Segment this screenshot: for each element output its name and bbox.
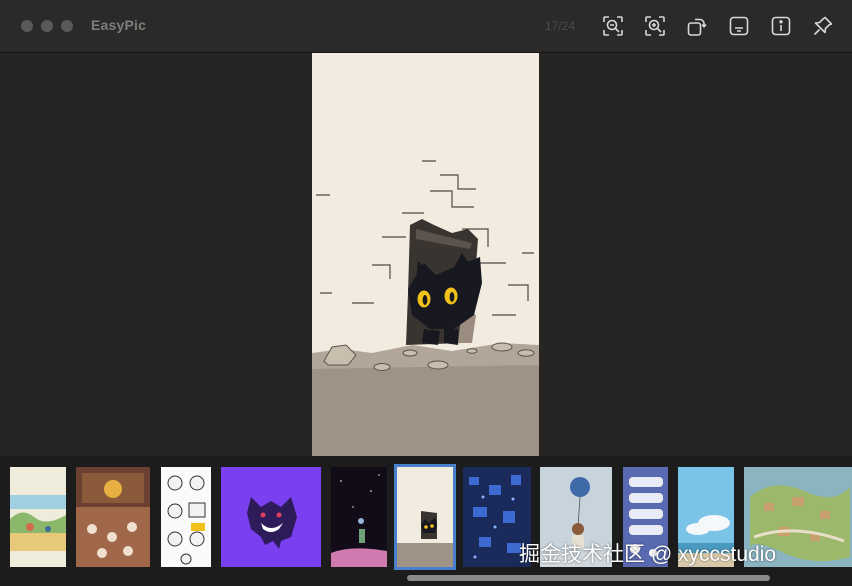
thumbnail[interactable] <box>331 467 387 567</box>
app-window: EasyPic 17/24 掘金技术社区 @ xyccstudio <box>0 0 852 586</box>
black-cat-in-wall-illustration <box>312 53 539 456</box>
space-night-thumbnail <box>331 467 387 567</box>
app-title: EasyPic <box>91 17 147 33</box>
close-window-button[interactable] <box>21 20 33 32</box>
image-counter: 17/24 <box>545 19 576 33</box>
thumbnail[interactable] <box>221 467 321 567</box>
info-button[interactable] <box>769 14 793 38</box>
horizontal-scrollbar[interactable] <box>0 570 852 586</box>
zoom-out-button[interactable] <box>601 14 625 38</box>
pin-button[interactable] <box>811 14 835 38</box>
zoom-in-icon <box>645 16 665 36</box>
cafe-scene-thumbnail <box>76 467 150 567</box>
pin-icon <box>813 16 833 36</box>
main-image[interactable] <box>312 53 539 456</box>
info-icon <box>771 16 791 36</box>
black-cat-thumbnail <box>397 467 453 567</box>
image-viewer[interactable] <box>0 53 852 456</box>
minimize-window-button[interactable] <box>41 20 53 32</box>
zoom-window-button[interactable] <box>61 20 73 32</box>
beach-scene-thumbnail <box>10 467 66 567</box>
thumbnail[interactable] <box>10 467 66 567</box>
thumbnail[interactable] <box>161 467 211 567</box>
zoom-out-icon <box>603 16 623 36</box>
caption-button[interactable] <box>727 14 751 38</box>
scrollbar-thumb[interactable] <box>407 575 770 581</box>
rotate-icon <box>687 18 707 36</box>
zoom-in-button[interactable] <box>643 14 667 38</box>
rotate-button[interactable] <box>685 14 709 38</box>
watermark-text: 掘金技术社区 @ xyccstudio <box>519 543 777 566</box>
caption-icon <box>729 16 749 36</box>
thumbnail[interactable] <box>76 467 150 567</box>
thumbnail-selected[interactable] <box>394 464 456 570</box>
sticker-sheet-thumbnail <box>161 467 211 567</box>
title-bar: EasyPic 17/24 <box>0 0 852 53</box>
purple-ghost-thumbnail <box>221 467 321 567</box>
